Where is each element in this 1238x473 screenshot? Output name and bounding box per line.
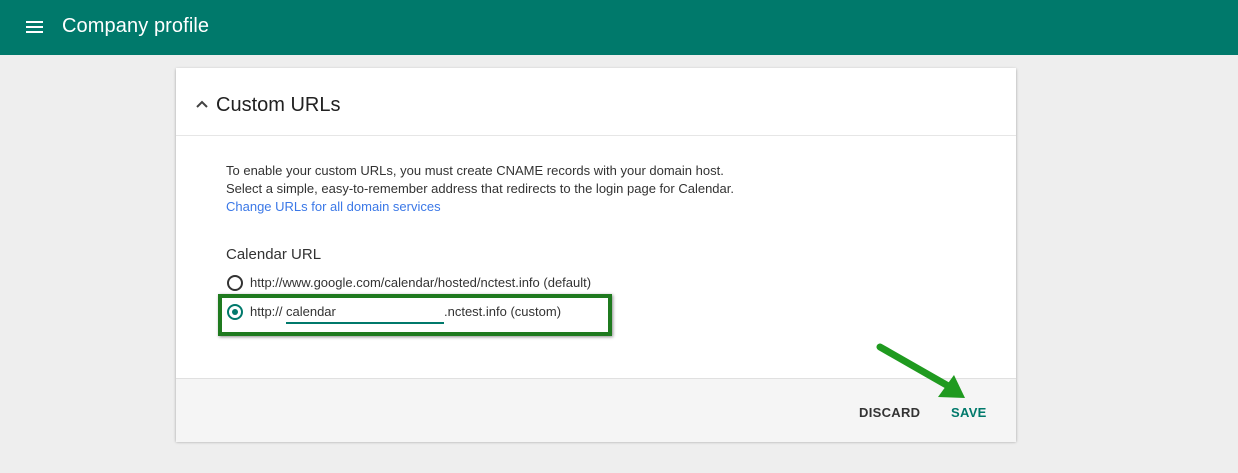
page-title: Company profile bbox=[62, 15, 210, 37]
custom-url-radio[interactable] bbox=[227, 304, 243, 320]
custom-url-prefix: http:// bbox=[250, 304, 283, 319]
card-footer: DISCARD SAVE bbox=[176, 378, 1016, 442]
app-bar: Company profile bbox=[0, 0, 1238, 55]
custom-url-suffix: .nctest.info (custom) bbox=[444, 304, 562, 319]
custom-urls-card: Custom URLs To enable your custom URLs, … bbox=[176, 68, 1016, 442]
discard-button[interactable]: DISCARD bbox=[859, 405, 920, 420]
default-url-option-label: http://www.google.com/calendar/hosted/nc… bbox=[250, 275, 592, 290]
default-url-radio[interactable] bbox=[227, 275, 243, 291]
custom-urls-section-header[interactable]: Custom URLs bbox=[176, 68, 1016, 136]
description-line-2: Select a simple, easy-to-remember addres… bbox=[226, 181, 734, 196]
save-button[interactable]: SAVE bbox=[951, 405, 987, 420]
description-line-1: To enable your custom URLs, you must cre… bbox=[226, 163, 724, 178]
calendar-url-label: Calendar URL bbox=[226, 246, 322, 263]
section-title: Custom URLs bbox=[216, 94, 341, 116]
chevron-up-icon bbox=[196, 100, 208, 108]
change-urls-link[interactable]: Change URLs for all domain services bbox=[226, 199, 441, 214]
custom-url-input[interactable] bbox=[286, 300, 444, 324]
hamburger-menu-icon[interactable] bbox=[26, 21, 43, 34]
